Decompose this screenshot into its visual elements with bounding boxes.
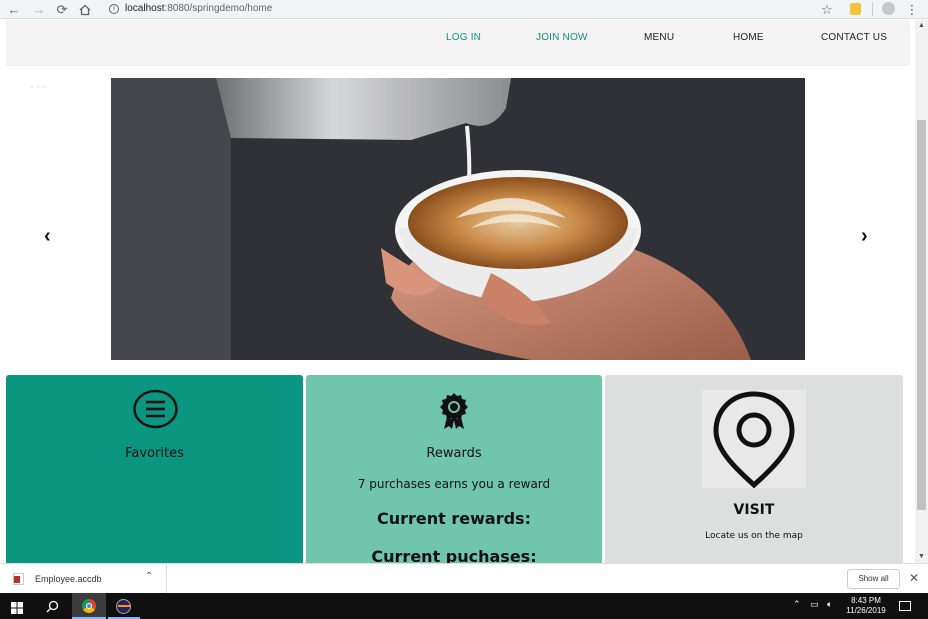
url-path: :8080/springdemo/home: [164, 3, 273, 14]
home-icon[interactable]: [77, 2, 93, 17]
windows-start-icon[interactable]: [11, 601, 23, 619]
url-host: localhost: [125, 3, 165, 14]
kebab-menu-icon[interactable]: ⋮: [904, 2, 920, 17]
scroll-down-icon[interactable]: ▼: [918, 553, 925, 560]
reload-icon[interactable]: ⟳: [54, 2, 70, 17]
tray-time-text: 8:43 PM: [851, 596, 881, 605]
tray-clock[interactable]: 8:43 PM 11/26/2019: [840, 596, 892, 616]
visit-title: VISIT: [733, 502, 775, 518]
site-navbar: LOG IN JOIN NOW MENU HOME CONTACT US: [6, 20, 910, 66]
favorites-card[interactable]: Favorites: [6, 375, 303, 563]
current-purchases-label: Current puchases:: [371, 547, 537, 563]
carousel-prev-icon[interactable]: ‹: [44, 225, 51, 248]
network-icon[interactable]: ▭: [810, 599, 819, 610]
nav-contact-link[interactable]: CONTACT US: [821, 32, 887, 43]
nav-join-link[interactable]: JOIN NOW: [536, 32, 588, 43]
page-viewport: LOG IN JOIN NOW MENU HOME CONTACT US ▪ ▪…: [0, 20, 915, 563]
profile-avatar-icon[interactable]: [882, 2, 895, 15]
back-icon[interactable]: ←: [6, 2, 22, 17]
favorites-title: Favorites: [125, 446, 184, 461]
show-all-button[interactable]: Show all: [847, 569, 900, 589]
carousel-next-icon[interactable]: ›: [861, 225, 868, 248]
download-item[interactable]: Employee.accdb ⌃: [0, 564, 167, 594]
extension-lock-icon[interactable]: [850, 3, 861, 15]
browser-toolbar: ← → ⟳ i localhost:8080/springdemo/home ☆…: [0, 0, 928, 19]
carousel-indicator: ▪ ▪ ▪: [30, 82, 47, 93]
visit-card[interactable]: VISIT Locate us on the map: [605, 375, 903, 563]
toolbar-divider: [872, 2, 873, 16]
scroll-up-icon[interactable]: ▲: [918, 22, 925, 29]
rewards-card[interactable]: Rewards 7 purchases earns you a reward C…: [306, 375, 602, 563]
tray-chevron-icon[interactable]: ⌃: [793, 599, 801, 610]
menu-list-icon: [133, 389, 178, 434]
chrome-taskbar-button[interactable]: [72, 593, 106, 619]
search-icon[interactable]: [46, 600, 59, 618]
download-file-name: Employee.accdb: [35, 574, 102, 584]
chevron-up-icon[interactable]: ⌃: [145, 571, 153, 582]
map-pin-icon: [702, 390, 806, 489]
info-icon[interactable]: i: [109, 4, 119, 14]
access-file-icon: [13, 573, 24, 585]
rewards-title: Rewards: [426, 446, 482, 461]
hero-image: [111, 78, 805, 360]
award-ribbon-icon: [438, 392, 470, 435]
rewards-subtitle: 7 purchases earns you a reward: [357, 477, 551, 491]
notification-icon[interactable]: [899, 601, 911, 611]
volume-icon[interactable]: 🔈︎: [827, 599, 832, 610]
bookmark-star-icon[interactable]: ☆: [819, 2, 835, 17]
nav-login-link[interactable]: LOG IN: [446, 32, 481, 43]
close-icon[interactable]: ✕: [909, 571, 919, 585]
eclipse-taskbar-button[interactable]: [108, 593, 140, 619]
forward-icon[interactable]: →: [31, 2, 47, 17]
current-rewards-label: Current rewards:: [377, 509, 531, 528]
nav-menu-link[interactable]: MENU: [644, 32, 674, 43]
download-bar: Employee.accdb ⌃ Show all ✕: [0, 563, 928, 594]
page-scrollbar[interactable]: ▲ ▼: [915, 20, 928, 563]
address-bar[interactable]: i localhost:8080/springdemo/home: [103, 1, 839, 17]
visit-subtitle: Locate us on the map: [705, 531, 803, 541]
tray-date-text: 11/26/2019: [846, 606, 886, 615]
scroll-thumb[interactable]: [917, 120, 926, 510]
windows-taskbar: ⌃ ▭ 🔈︎ 8:43 PM 11/26/2019: [0, 593, 928, 619]
nav-home-link[interactable]: HOME: [733, 32, 764, 43]
